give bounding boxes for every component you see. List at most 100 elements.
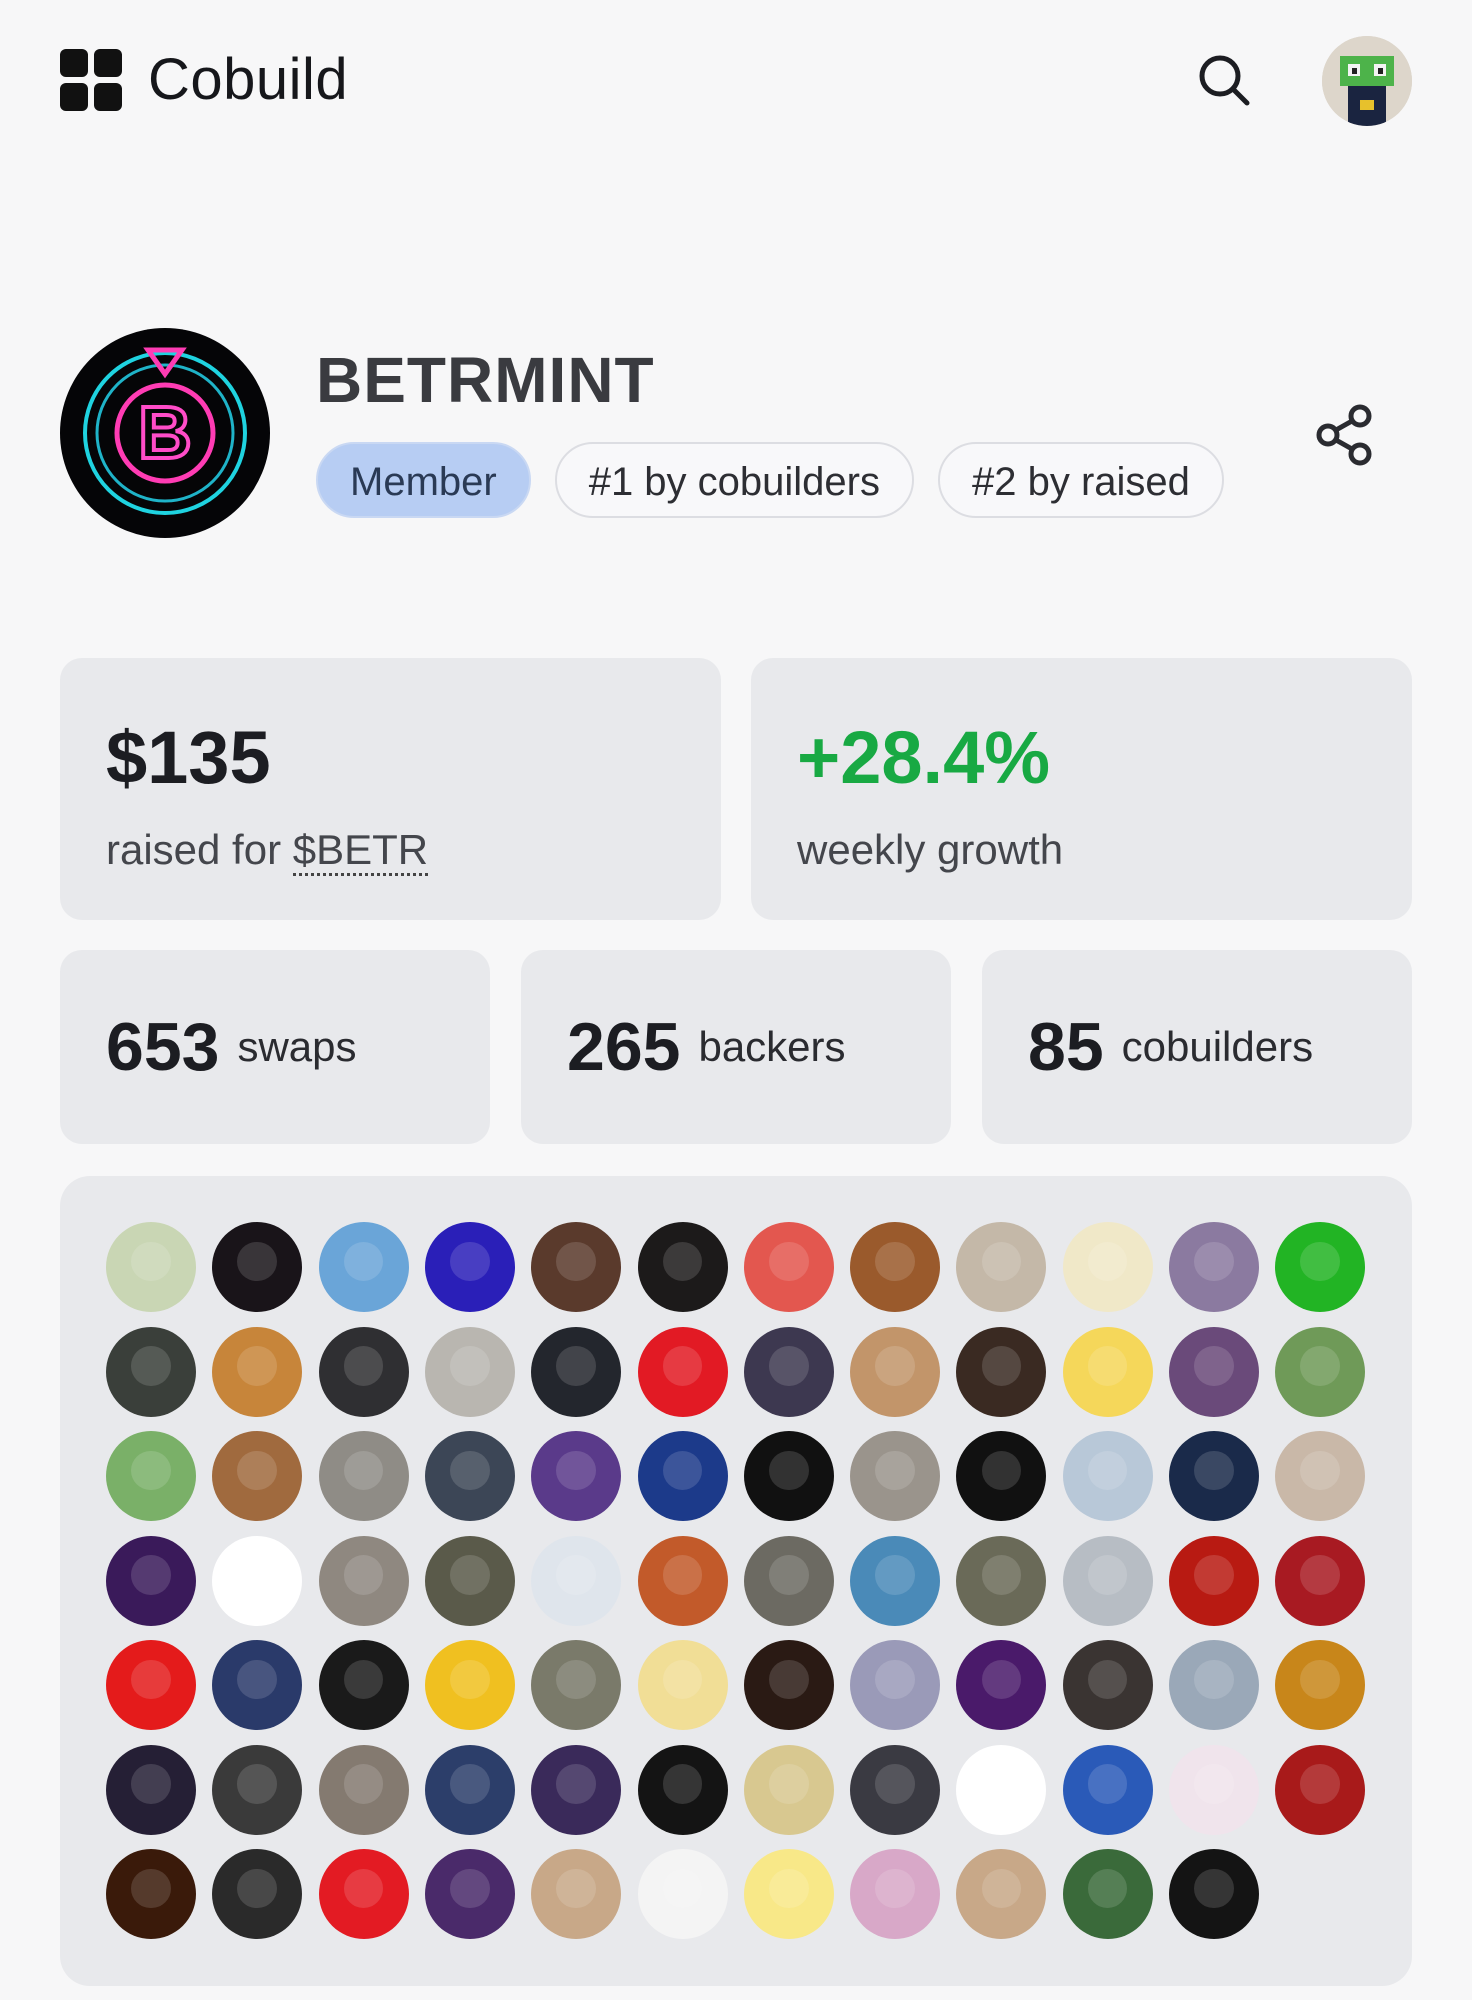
cobuilders-count: 85 <box>1028 1009 1104 1085</box>
cobuilder-avatar[interactable] <box>1169 1849 1259 1939</box>
cobuilder-avatar[interactable] <box>318 1431 409 1521</box>
cobuilder-avatar[interactable] <box>956 1640 1047 1730</box>
cobuilder-avatar[interactable] <box>1275 1744 1366 1835</box>
cobuilder-avatar[interactable] <box>637 1744 728 1835</box>
cobuilder-avatar[interactable] <box>637 1535 728 1626</box>
cobuilder-avatar[interactable] <box>212 1744 303 1835</box>
cobuilder-avatar[interactable] <box>956 1431 1047 1521</box>
cobuilder-avatar[interactable] <box>318 1640 409 1730</box>
cobuilder-avatar[interactable] <box>743 1849 834 1939</box>
cobuilder-avatar[interactable] <box>106 1222 196 1312</box>
cobuilder-avatar[interactable] <box>1169 1744 1259 1835</box>
cobuilder-avatar[interactable] <box>106 1326 196 1417</box>
cobuilder-avatar-grid <box>60 1176 1412 1986</box>
cobuilder-avatar[interactable] <box>1169 1535 1259 1626</box>
cobuilder-avatar[interactable] <box>850 1431 941 1521</box>
cobuilder-avatar[interactable] <box>743 1326 834 1417</box>
cobuilder-avatar[interactable] <box>424 1326 515 1417</box>
rank-raised-badge[interactable]: #2 by raised <box>938 442 1224 518</box>
user-avatar[interactable] <box>1322 36 1412 126</box>
cobuilders-label: cobuilders <box>1121 1023 1314 1070</box>
cobuilder-avatar[interactable] <box>1062 1431 1153 1521</box>
cobuilder-avatar[interactable] <box>637 1640 728 1730</box>
cobuilder-avatar[interactable] <box>1062 1744 1153 1835</box>
cobuilder-avatar[interactable] <box>1062 1326 1153 1417</box>
rank-cobuilders-badge[interactable]: #1 by cobuilders <box>554 442 914 518</box>
cobuilder-avatar[interactable] <box>106 1640 196 1730</box>
cobuilder-avatar[interactable] <box>1169 1326 1259 1417</box>
cobuilder-avatar[interactable] <box>743 1535 834 1626</box>
cobuilder-avatar[interactable] <box>424 1640 515 1730</box>
cobuilder-avatar[interactable] <box>1275 1326 1366 1417</box>
cobuilder-avatar[interactable] <box>956 1849 1047 1939</box>
cobuilder-avatar[interactable] <box>1062 1222 1153 1312</box>
cobuilder-avatar[interactable] <box>318 1222 409 1312</box>
cobuild-logo-icon[interactable] <box>60 49 122 111</box>
cobuilder-avatar[interactable] <box>1062 1849 1153 1939</box>
cobuilder-avatar[interactable] <box>956 1744 1047 1835</box>
cobuilder-avatar[interactable] <box>106 1431 196 1521</box>
cobuilder-avatar[interactable] <box>531 1431 622 1521</box>
cobuilder-avatar[interactable] <box>424 1535 515 1626</box>
brand-name[interactable]: Cobuild <box>148 44 348 116</box>
cobuilder-avatar[interactable] <box>424 1431 515 1521</box>
cobuilder-avatar[interactable] <box>531 1640 622 1730</box>
cobuilder-avatar[interactable] <box>212 1849 303 1939</box>
cobuilder-avatar[interactable] <box>212 1431 303 1521</box>
cobuilder-avatar[interactable] <box>850 1222 941 1312</box>
cobuilder-avatar[interactable] <box>531 1849 622 1939</box>
cobuilder-avatar[interactable] <box>850 1744 941 1835</box>
cobuilder-avatar[interactable] <box>106 1744 196 1835</box>
cobuilder-avatar[interactable] <box>318 1744 409 1835</box>
cobuilder-avatar[interactable] <box>850 1849 941 1939</box>
cobuilder-avatar[interactable] <box>637 1222 728 1312</box>
cobuilder-avatar[interactable] <box>743 1744 834 1835</box>
cobuilder-avatar[interactable] <box>1169 1640 1259 1730</box>
cobuilder-avatar[interactable] <box>212 1535 303 1626</box>
cobuilder-avatar[interactable] <box>424 1744 515 1835</box>
cobuilder-avatar[interactable] <box>318 1535 409 1626</box>
cobuilder-avatar[interactable] <box>1275 1431 1366 1521</box>
cobuilder-avatar[interactable] <box>1062 1535 1153 1626</box>
swaps-card: 653 swaps <box>60 950 490 1144</box>
cobuilder-avatar[interactable] <box>424 1222 515 1312</box>
raised-card: $135 raised for $BETR <box>60 658 721 920</box>
cobuilder-avatar[interactable] <box>637 1326 728 1417</box>
cobuilder-avatar[interactable] <box>318 1326 409 1417</box>
cobuilder-avatar[interactable] <box>212 1326 303 1417</box>
cobuilder-avatar[interactable] <box>531 1222 622 1312</box>
cobuilder-avatar[interactable] <box>1169 1222 1259 1312</box>
cobuilder-avatar[interactable] <box>1275 1222 1366 1312</box>
cobuilder-avatar[interactable] <box>956 1535 1047 1626</box>
svg-text:B: B <box>138 391 191 474</box>
cobuilder-avatar[interactable] <box>743 1640 834 1730</box>
cobuilder-avatar[interactable] <box>318 1849 409 1939</box>
cobuilder-avatar[interactable] <box>531 1744 622 1835</box>
growth-value: +28.4% <box>797 716 1051 799</box>
cobuilder-avatar[interactable] <box>1275 1535 1366 1626</box>
cobuilder-avatar[interactable] <box>1275 1640 1366 1730</box>
cobuilders-card: 85 cobuilders <box>982 950 1412 1144</box>
cobuilder-avatar[interactable] <box>1062 1640 1153 1730</box>
cobuilder-avatar[interactable] <box>424 1849 515 1939</box>
raised-caption: raised for $BETR <box>106 824 429 876</box>
cobuilder-avatar[interactable] <box>106 1535 196 1626</box>
cobuilder-avatar[interactable] <box>212 1222 303 1312</box>
cobuilder-avatar[interactable] <box>531 1326 622 1417</box>
cobuilder-avatar[interactable] <box>743 1431 834 1521</box>
cobuilder-avatar[interactable] <box>106 1849 196 1939</box>
token-link[interactable]: $BETR <box>292 826 429 876</box>
cobuilder-avatar[interactable] <box>637 1431 728 1521</box>
cobuilder-avatar[interactable] <box>531 1535 622 1626</box>
cobuilder-avatar[interactable] <box>956 1222 1047 1312</box>
cobuilder-avatar[interactable] <box>850 1535 941 1626</box>
cobuilder-avatar[interactable] <box>637 1849 728 1939</box>
cobuilder-avatar[interactable] <box>743 1222 834 1312</box>
cobuilder-avatar[interactable] <box>1169 1431 1259 1521</box>
cobuilder-avatar[interactable] <box>850 1326 941 1417</box>
cobuilder-avatar[interactable] <box>212 1640 303 1730</box>
cobuilder-avatar[interactable] <box>850 1640 941 1730</box>
search-icon[interactable] <box>1197 53 1251 107</box>
share-icon[interactable] <box>1316 404 1374 466</box>
cobuilder-avatar[interactable] <box>956 1326 1047 1417</box>
